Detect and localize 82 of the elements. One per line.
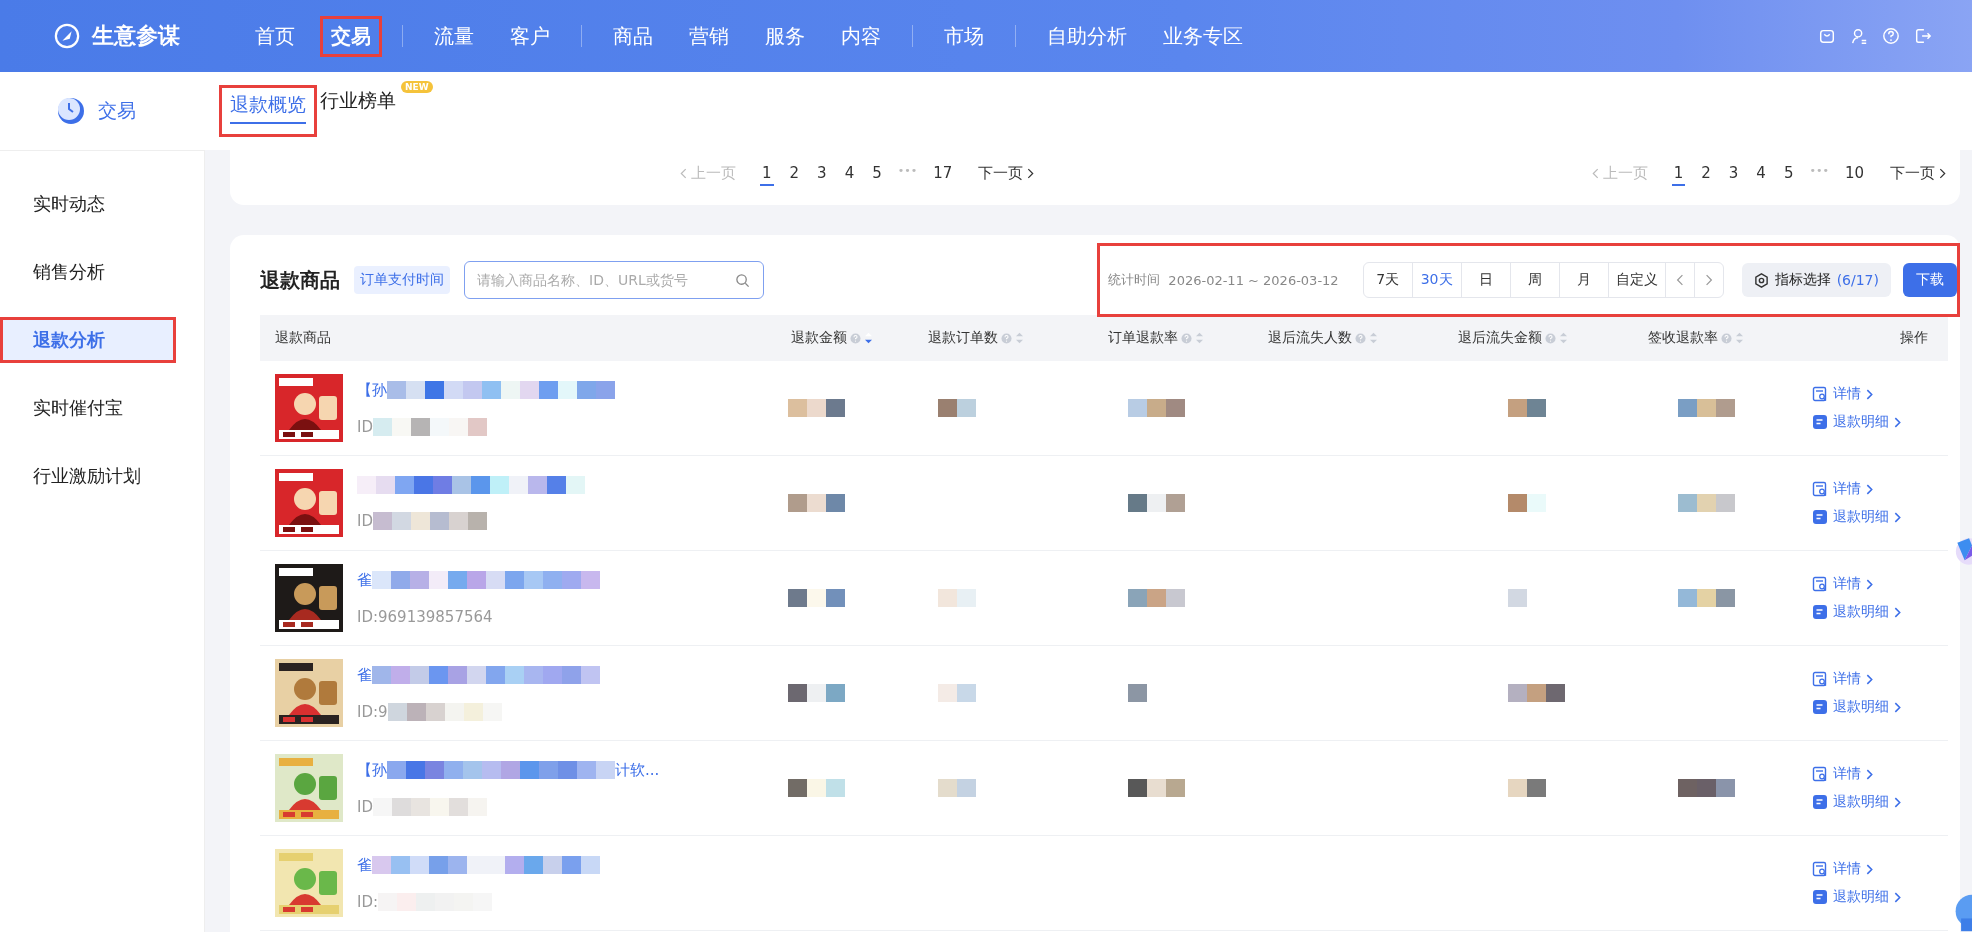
nav-item[interactable]: 客户 <box>502 18 558 54</box>
page-link[interactable]: 17 <box>931 164 955 184</box>
column-header: 退款金额 <box>791 329 847 347</box>
nav-item[interactable]: 交易 <box>323 18 379 54</box>
page-link[interactable]: 10 <box>1842 164 1866 184</box>
refund-detail-link[interactable]: 退款明细 <box>1812 413 1901 431</box>
nav-item[interactable]: 服务 <box>757 18 813 54</box>
column-header: 签收退款率 <box>1648 329 1718 347</box>
detail-link[interactable]: 详情 <box>1812 860 1873 878</box>
product-title-link[interactable]: 雀 <box>357 570 372 590</box>
nav-item[interactable]: 市场 <box>936 18 992 54</box>
metric-select-button[interactable]: 指标选择 (6/17) <box>1741 263 1891 297</box>
product-id: ID:9 <box>357 702 388 721</box>
stat-time-label: 统计时间 <box>1108 271 1161 289</box>
column-header: 退后流失金额 <box>1458 329 1542 347</box>
range-option[interactable]: 月 <box>1559 263 1609 297</box>
download-button[interactable]: 下载 <box>1903 263 1957 297</box>
sidebar-item[interactable]: 销售分析 <box>3 252 173 292</box>
column-header: 退款订单数 <box>928 329 998 347</box>
page-link[interactable]: 5 <box>1781 164 1796 184</box>
section-title: 交易 <box>98 98 136 123</box>
page-link[interactable]: 1 <box>760 164 774 186</box>
product-title-link[interactable]: 【孙 <box>357 380 387 400</box>
page-link[interactable]: 5 <box>870 164 884 184</box>
sidebar-item[interactable]: 实时催付宝 <box>3 388 173 428</box>
product-title-link[interactable]: 计软... <box>615 760 660 780</box>
nav-item[interactable]: 内容 <box>833 18 889 54</box>
app-name: 生意参谋 <box>92 22 180 50</box>
range-option[interactable]: 7天 <box>1363 263 1413 297</box>
product-title-link[interactable]: 雀 <box>357 855 372 875</box>
product-id: ID:969139857564 <box>357 607 493 626</box>
product-title-link[interactable]: 雀 <box>357 665 372 685</box>
nav-item[interactable]: 首页 <box>247 18 303 54</box>
search-field[interactable]: 请输入商品名称、ID、URL或货号 <box>464 261 764 299</box>
refund-detail-link[interactable]: 退款明细 <box>1812 698 1901 716</box>
refund-detail-link[interactable]: 退款明细 <box>1812 508 1901 526</box>
nav-item[interactable]: 商品 <box>605 18 661 54</box>
product-title-link[interactable]: 【孙 <box>357 760 387 780</box>
sub-tab[interactable]: 行业榜单 <box>320 88 396 118</box>
page-link[interactable]: 4 <box>842 164 857 184</box>
column-header: 退款商品 <box>275 329 331 347</box>
sidebar-item[interactable]: 实时动态 <box>3 184 173 224</box>
product-id: ID <box>357 512 373 530</box>
product-id: ID <box>357 797 373 816</box>
nav-item[interactable]: 营销 <box>681 18 737 54</box>
page-link[interactable]: 2 <box>787 164 802 184</box>
detail-link[interactable]: 详情 <box>1812 670 1873 688</box>
detail-link[interactable]: 详情 <box>1812 575 1873 593</box>
page-link[interactable]: 3 <box>1726 164 1741 184</box>
page-ellipsis: ••• <box>897 164 918 177</box>
time-tag[interactable]: 订单支付时间 <box>354 266 450 294</box>
sidebar-item[interactable]: 行业激励计划 <box>3 456 173 496</box>
page-link[interactable]: 3 <box>815 164 829 184</box>
detail-link[interactable]: 详情 <box>1812 480 1873 498</box>
sub-tab[interactable]: 退款概览 <box>230 92 306 124</box>
nav-item[interactable]: 流量 <box>426 18 482 54</box>
nav-item[interactable]: 自助分析 <box>1039 18 1135 54</box>
column-header: 操作 <box>1900 329 1928 347</box>
page-link[interactable]: 1 <box>1671 164 1686 186</box>
nav-item[interactable]: 业务专区 <box>1155 18 1251 54</box>
next-page-link[interactable]: 下一页 <box>1890 164 1946 183</box>
sidebar-item[interactable]: 退款分析 <box>3 320 173 360</box>
range-option[interactable]: 30天 <box>1412 263 1462 297</box>
next-page-link[interactable]: 下一页 <box>978 164 1035 183</box>
column-header: 退后流失人数 <box>1268 329 1352 347</box>
stat-time-range: 2026-02-11 ~ 2026-03-12 <box>1168 272 1339 288</box>
detail-link[interactable]: 详情 <box>1812 385 1873 403</box>
range-option[interactable]: 周 <box>1510 263 1560 297</box>
product-id: ID <box>357 417 373 436</box>
column-header: 订单退款率 <box>1108 329 1178 347</box>
range-option[interactable]: 日 <box>1461 263 1511 297</box>
page-link[interactable]: 2 <box>1699 164 1713 184</box>
refund-detail-link[interactable]: 退款明细 <box>1812 603 1901 621</box>
page-link[interactable]: 4 <box>1754 164 1768 184</box>
product-id: ID: <box>357 892 379 911</box>
range-option[interactable]: 自定义 <box>1608 263 1666 297</box>
refund-detail-link[interactable]: 退款明细 <box>1812 793 1901 811</box>
page-ellipsis: ••• <box>1809 164 1829 177</box>
refund-detail-link[interactable]: 退款明细 <box>1812 888 1901 906</box>
card-title: 退款商品 <box>260 266 340 294</box>
new-badge: NEW <box>401 81 433 93</box>
detail-link[interactable]: 详情 <box>1812 765 1873 783</box>
